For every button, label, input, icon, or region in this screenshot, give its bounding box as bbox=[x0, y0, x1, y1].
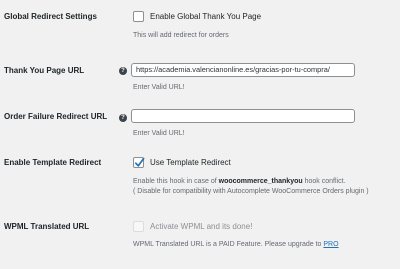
pro-link[interactable]: PRO bbox=[323, 241, 338, 248]
global-redirect-checkbox-label[interactable]: Enable Global Thank You Page bbox=[150, 12, 261, 21]
wpml-desc-prefix: WPML Translated URL is a PAID Feature. P… bbox=[133, 241, 324, 248]
thankyou-url-label: Thank You Page URL bbox=[4, 66, 85, 75]
template-redirect-checkbox-label[interactable]: Use Template Redirect bbox=[150, 158, 231, 167]
wpml-checkbox[interactable] bbox=[133, 221, 144, 232]
wpml-checkbox-label[interactable]: Activate WPML and its done! bbox=[150, 222, 252, 231]
failure-url-input[interactable] bbox=[131, 109, 355, 123]
template-redirect-checkbox[interactable] bbox=[133, 157, 145, 168]
help-icon[interactable]: ? bbox=[119, 114, 127, 122]
global-redirect-checkbox[interactable] bbox=[133, 11, 144, 22]
template-redirect-desc-prefix: Enable this hook in case of bbox=[133, 178, 219, 185]
template-redirect-description: Enable this hook in case of woocommerce_… bbox=[133, 177, 345, 186]
failure-url-hint: Enter Valid URL! bbox=[133, 130, 185, 137]
hook-name: woocommerce_thankyou bbox=[218, 178, 303, 185]
wpml-description: WPML Translated URL is a PAID Feature. P… bbox=[133, 240, 339, 249]
template-redirect-desc-suffix: hook conflict. bbox=[302, 178, 346, 185]
thankyou-url-input[interactable]: https://academia.valencianonline.es/grac… bbox=[131, 63, 355, 77]
thankyou-url-hint: Enter Valid URL! bbox=[133, 84, 185, 91]
template-redirect-description-line2: ( Disable for compatibility with Autocom… bbox=[133, 188, 369, 195]
global-redirect-description: This will add redirect for orders bbox=[133, 32, 229, 39]
global-redirect-label: Global Redirect Settings bbox=[4, 12, 97, 21]
help-icon[interactable]: ? bbox=[119, 67, 127, 75]
failure-url-label: Order Failure Redirect URL bbox=[4, 112, 108, 121]
wpml-label: WPML Translated URL bbox=[4, 222, 90, 231]
checkmark-icon bbox=[134, 157, 145, 167]
template-redirect-label: Enable Template Redirect bbox=[4, 158, 102, 167]
